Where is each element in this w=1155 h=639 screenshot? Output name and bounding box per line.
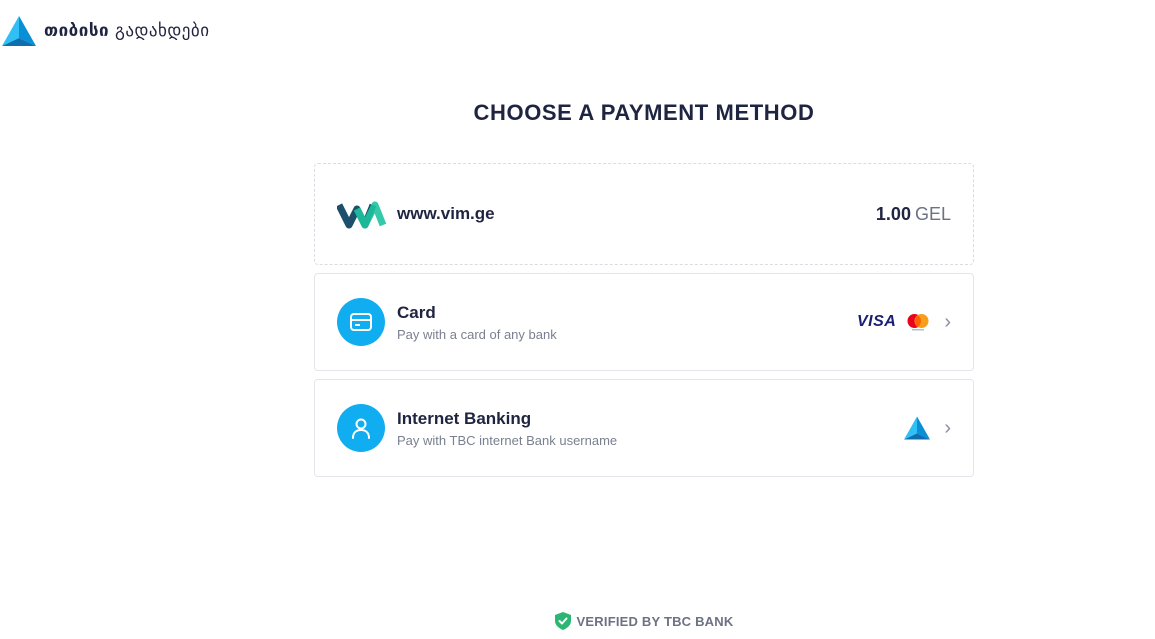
verified-badge: VERIFIED BY TBC BANK	[0, 612, 1155, 630]
method-card-title: Card	[397, 302, 436, 322]
visa-logo-icon: VISA	[856, 313, 897, 330]
chevron-right-icon: ›	[944, 417, 951, 439]
payment-method-internet-banking[interactable]: Internet Banking Pay with TBC internet B…	[314, 379, 974, 477]
method-card-subtitle: Pay with a card of any bank	[397, 326, 557, 342]
amount-currency: GEL	[914, 203, 951, 224]
credit-card-icon	[337, 298, 385, 346]
tbc-logo-icon	[904, 416, 931, 440]
shield-check-icon	[554, 612, 571, 630]
brand-name-bold: თიბისი	[44, 21, 110, 41]
amount-value: 1.00	[875, 203, 911, 224]
payment-method-card[interactable]: Card Pay with a card of any bank VISA ›	[314, 273, 974, 371]
merchant-logo-icon	[337, 201, 387, 229]
method-ib-title: Internet Banking	[397, 408, 532, 428]
merchant-summary: www.vim.ge 1.00 GEL	[314, 163, 974, 265]
chevron-right-icon: ›	[944, 311, 951, 333]
user-icon	[337, 404, 385, 452]
merchant-name: www.vim.ge	[397, 204, 495, 223]
brand-logo[interactable]: თიბისი გადახდები	[2, 16, 210, 46]
page-title: CHOOSE A PAYMENT METHOD	[473, 100, 815, 125]
tbc-logo-icon	[2, 16, 36, 46]
brand-name-light: გადახდები	[114, 21, 210, 41]
verified-text: VERIFIED BY TBC BANK	[576, 613, 734, 629]
brand-name: თიბისი გადახდები	[44, 21, 210, 41]
method-ib-subtitle: Pay with TBC internet Bank username	[397, 432, 618, 448]
mastercard-logo-icon	[907, 314, 929, 331]
payment-amount: 1.00 GEL	[876, 204, 951, 225]
